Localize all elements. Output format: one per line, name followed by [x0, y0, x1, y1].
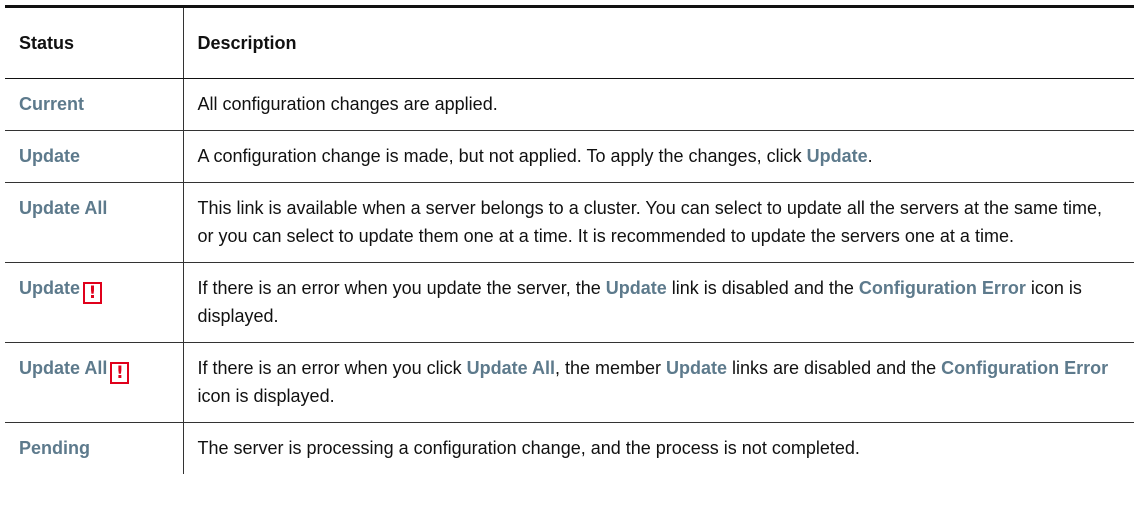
update-term: Update: [666, 358, 728, 378]
description-text: icon is displayed.: [197, 386, 335, 406]
table-row: Current All configuration changes are ap…: [5, 78, 1134, 131]
configuration-error-icon: !: [83, 282, 103, 304]
status-update-error-link[interactable]: Update: [19, 278, 80, 298]
table-row: Update All This link is available when a…: [5, 182, 1134, 263]
description-text: All configuration changes are applied.: [197, 94, 498, 114]
status-cell: Update: [5, 130, 184, 183]
description-cell: The server is processing a configuration…: [183, 423, 1134, 475]
description-text: A configuration change is made, but not …: [197, 146, 807, 166]
status-cell: Update!: [5, 262, 184, 343]
table-row: Update A configuration change is made, b…: [5, 130, 1134, 183]
status-column-header: Status: [5, 5, 184, 79]
description-text: link is disabled and the: [666, 278, 859, 298]
description-cell: A configuration change is made, but not …: [183, 130, 1134, 183]
table-row: Update! If there is an error when you up…: [5, 262, 1134, 343]
description-column-header: Description: [183, 5, 1134, 79]
update-term: Update: [806, 146, 868, 166]
description-cell: All configuration changes are applied.: [183, 78, 1134, 131]
configuration-error-term: Configuration Error: [941, 358, 1109, 378]
table-row: Pending The server is processing a confi…: [5, 422, 1134, 475]
description-text: The server is processing a configuration…: [197, 438, 860, 458]
table-header-row: Status Description: [5, 5, 1134, 79]
update-term: Update: [605, 278, 667, 298]
status-update-all-error-link[interactable]: Update All: [19, 358, 107, 378]
status-cell: Pending: [5, 422, 184, 474]
description-text: If there is an error when you update the…: [197, 278, 606, 298]
description-cell: If there is an error when you update the…: [183, 262, 1134, 343]
status-cell: Update All: [5, 182, 184, 263]
description-text: This link is available when a server bel…: [197, 198, 1103, 246]
description-text: .: [867, 146, 873, 166]
description-text: , the member: [554, 358, 667, 378]
status-cell: Update All!: [5, 342, 184, 423]
description-text: If there is an error when you click: [197, 358, 467, 378]
status-cell: Current: [5, 78, 184, 131]
configuration-error-term: Configuration Error: [858, 278, 1026, 298]
update-all-term: Update All: [466, 358, 555, 378]
status-current-link[interactable]: Current: [19, 94, 84, 114]
configuration-error-icon: !: [110, 362, 130, 384]
status-update-all-link[interactable]: Update All: [19, 198, 107, 218]
description-cell: If there is an error when you click Upda…: [183, 342, 1134, 423]
description-text: links are disabled and the: [727, 358, 942, 378]
status-pending-link[interactable]: Pending: [19, 438, 90, 458]
status-description-table: Status Description Current All configura…: [5, 5, 1134, 474]
table-row: Update All! If there is an error when yo…: [5, 342, 1134, 423]
status-update-link[interactable]: Update: [19, 146, 80, 166]
description-cell: This link is available when a server bel…: [183, 182, 1134, 263]
